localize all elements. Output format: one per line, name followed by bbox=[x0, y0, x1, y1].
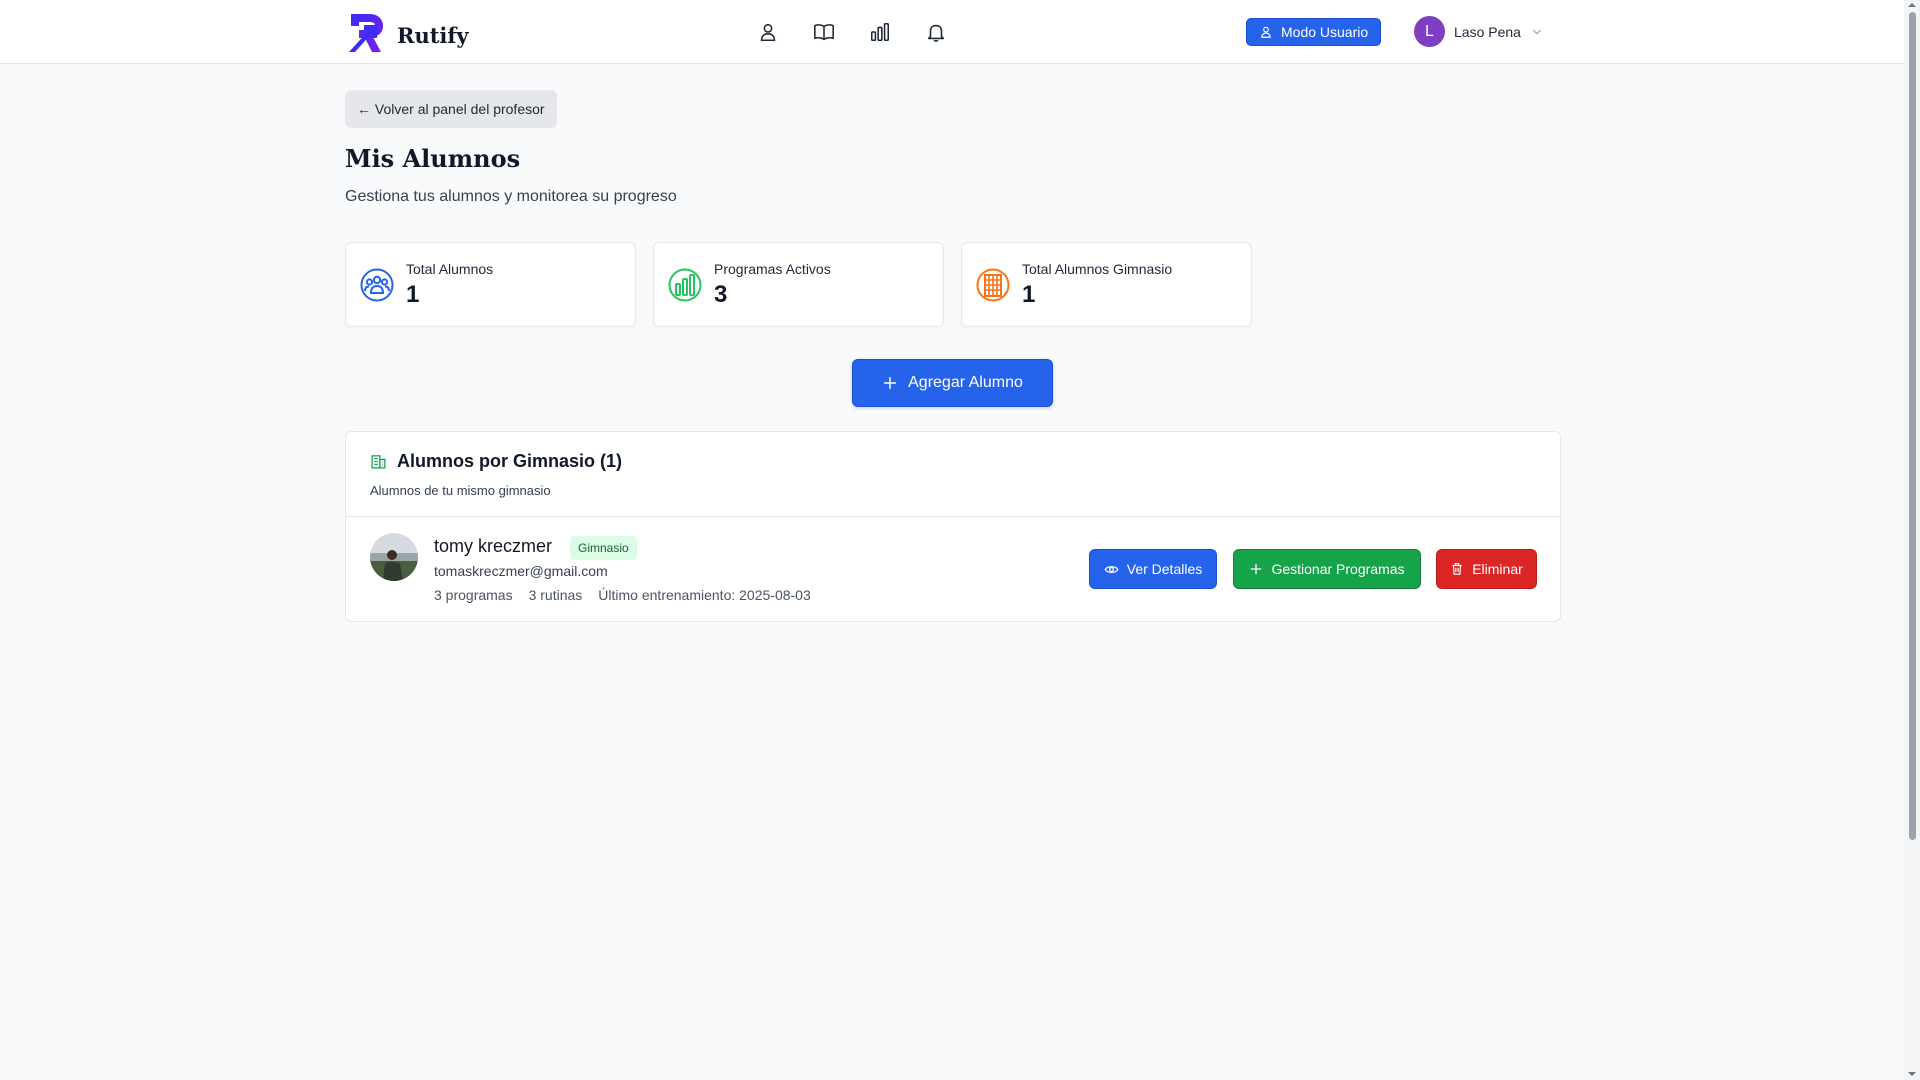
scroll-up-arrow[interactable] bbox=[1908, 3, 1916, 7]
nav-programs[interactable] bbox=[806, 14, 842, 50]
panel-header: Alumnos por Gimnasio (1) Alumnos de tu m… bbox=[346, 432, 1560, 517]
plus-icon bbox=[884, 376, 897, 390]
student-programs: 3 programas bbox=[434, 587, 513, 603]
book-icon bbox=[814, 24, 834, 41]
stat-label: Total Alumnos Gimnasio bbox=[1022, 261, 1173, 277]
bar-chart-icon bbox=[668, 268, 702, 302]
panel-description: Alumnos de tu mismo gimnasio bbox=[370, 483, 551, 498]
user-icon bbox=[1261, 26, 1271, 38]
view-details-button[interactable]: Ver Detalles bbox=[1089, 549, 1217, 589]
scroll-thumb[interactable] bbox=[1909, 12, 1916, 840]
manage-programs-button[interactable]: Gestionar Programas bbox=[1233, 549, 1421, 589]
rutify-logo-icon bbox=[347, 12, 387, 59]
stat-card-programas-activos: Programas Activos 3 bbox=[653, 242, 944, 327]
user-name: Laso Pena bbox=[1454, 23, 1521, 40]
nav-profile[interactable] bbox=[750, 14, 786, 50]
users-icon bbox=[360, 268, 394, 302]
stat-label: Total Alumnos bbox=[406, 261, 494, 277]
add-student-button[interactable]: Agregar Alumno bbox=[852, 359, 1053, 407]
page-scrollbar[interactable] bbox=[1904, 0, 1920, 1080]
plus-icon bbox=[1251, 563, 1262, 575]
bar-chart-icon bbox=[870, 22, 890, 42]
stat-value: 1 bbox=[1022, 281, 1036, 308]
panel-title: Alumnos por Gimnasio (1) bbox=[370, 451, 622, 472]
brand[interactable]: Rutify bbox=[347, 12, 469, 59]
back-to-panel-button[interactable]: ← Volver al panel del profesor bbox=[345, 90, 557, 128]
delete-student-label: Eliminar bbox=[1472, 561, 1523, 577]
view-details-label: Ver Detalles bbox=[1126, 561, 1203, 577]
manage-programs-label: Gestionar Programas bbox=[1271, 561, 1405, 577]
brand-name: Rutify bbox=[397, 23, 469, 48]
student-routines: 3 rutinas bbox=[528, 587, 583, 603]
page-title: Mis Alumnos bbox=[345, 144, 521, 173]
top-navbar: Rutify Modo Usuario L Laso Pena bbox=[0, 0, 1904, 64]
nav-stats[interactable] bbox=[862, 14, 898, 50]
eye-icon bbox=[1104, 565, 1119, 573]
delete-student-button[interactable]: Eliminar bbox=[1436, 549, 1537, 589]
main-nav bbox=[750, 14, 954, 50]
stat-card-total-alumnos-gimnasio: Total Alumnos Gimnasio 1 bbox=[961, 242, 1252, 327]
student-meta: 3 programas 3 rutinas Último entrenamien… bbox=[434, 587, 811, 603]
student-avatar[interactable] bbox=[370, 533, 418, 581]
user-mode-label: Modo Usuario bbox=[1281, 24, 1369, 40]
nav-notifications[interactable] bbox=[918, 14, 954, 50]
stat-card-total-alumnos: Total Alumnos 1 bbox=[345, 242, 636, 327]
trash-icon bbox=[1452, 563, 1462, 575]
student-last-training: Último entrenamiento: 2025-08-03 bbox=[598, 587, 811, 603]
stat-value: 3 bbox=[714, 281, 728, 308]
scroll-down-arrow[interactable] bbox=[1908, 1072, 1916, 1076]
students-by-gym-panel: Alumnos por Gimnasio (1) Alumnos de tu m… bbox=[345, 431, 1561, 622]
user-mode-button[interactable]: Modo Usuario bbox=[1246, 18, 1382, 46]
user-icon bbox=[760, 23, 776, 42]
bell-icon bbox=[927, 24, 945, 42]
stat-label: Programas Activos bbox=[714, 261, 831, 277]
gym-badge: Gimnasio bbox=[570, 536, 637, 560]
student-name: tomy kreczmer bbox=[434, 536, 553, 556]
avatar: L bbox=[1414, 16, 1445, 47]
page-subtitle: Gestiona tus alumnos y monitorea su prog… bbox=[345, 188, 677, 205]
panel-title-text: Alumnos por Gimnasio (1) bbox=[397, 451, 623, 471]
stat-value: 1 bbox=[406, 281, 420, 308]
add-student-label: Agregar Alumno bbox=[908, 374, 1023, 391]
building-icon bbox=[371, 455, 386, 469]
student-email: tomaskreczmer@gmail.com bbox=[434, 563, 608, 579]
building-icon bbox=[976, 268, 1010, 302]
chevron-down-icon bbox=[1532, 29, 1542, 35]
user-menu[interactable]: L Laso Pena bbox=[1414, 16, 1544, 47]
